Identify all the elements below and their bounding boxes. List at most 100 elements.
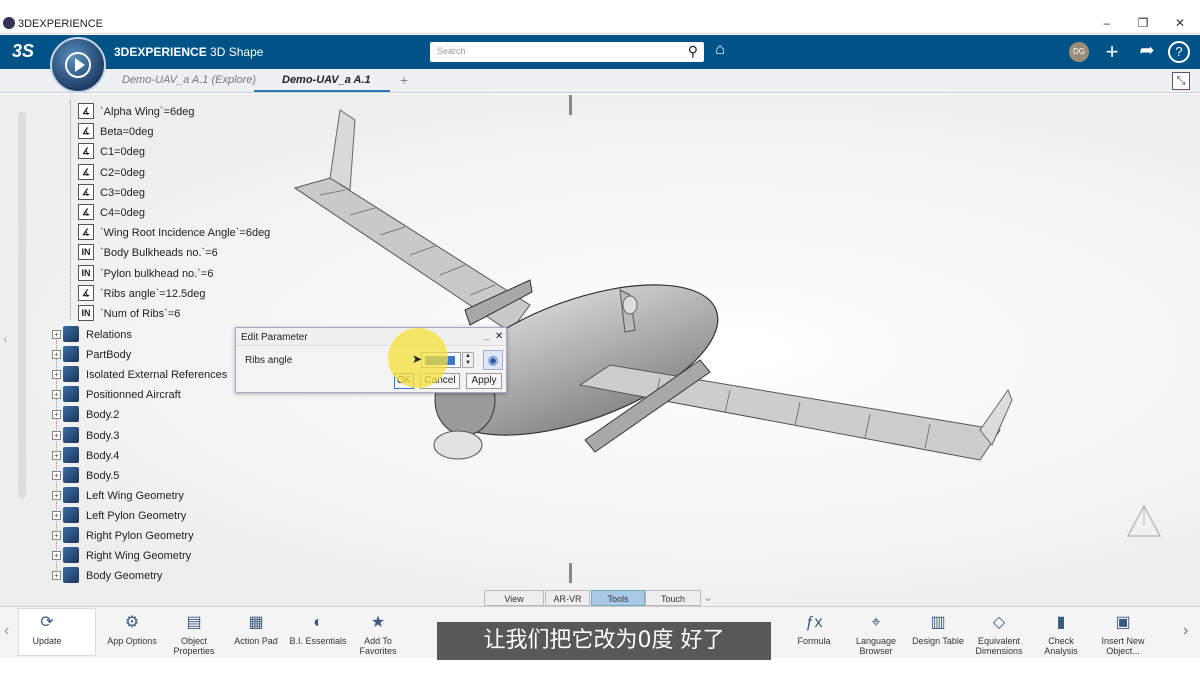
tree-node-label: Body.5 (86, 469, 120, 482)
node-icon (63, 446, 79, 463)
help-icon[interactable]: ? (1168, 41, 1190, 63)
toolbar-button-label: Equivalent Dimensions (975, 636, 1023, 656)
fit-all-icon[interactable]: ⤡ (1172, 72, 1190, 90)
toolbar-button[interactable]: ★ Add To Favorites (348, 608, 408, 656)
toolbar-button-label: Design Table (912, 636, 964, 646)
minimize-icon[interactable]: – (1097, 16, 1117, 30)
dialog-title: Edit Parameter (241, 332, 308, 343)
expand-icon[interactable]: + (52, 410, 61, 420)
compass-widget[interactable] (50, 37, 106, 93)
expand-icon[interactable]: + (52, 470, 61, 480)
add-icon[interactable]: + (1100, 39, 1124, 65)
restore-icon[interactable]: ❐ (1133, 16, 1153, 30)
view-tab[interactable]: AR-VR (545, 590, 590, 606)
app-options-icon: ⚙ (124, 614, 140, 631)
play-icon[interactable] (65, 52, 91, 78)
angle-parameter-icon: ∡ (78, 224, 94, 241)
expand-icon[interactable]: + (52, 330, 61, 339)
toolbar-button[interactable]: ⌖ Language Browser (846, 608, 906, 656)
tag-icon[interactable]: ⌂ (708, 41, 732, 59)
toolbar-button-label: Formula (797, 636, 831, 646)
expand-icon[interactable]: + (52, 390, 61, 400)
tree-node-label: Right Wing Geometry (86, 550, 192, 563)
search-input[interactable]: Search ⚲ (430, 42, 704, 62)
parameter-label: `Pylon bulkhead no.`=6 (100, 267, 214, 280)
tree-node-label: Left Pylon Geometry (86, 509, 187, 522)
new-tab-icon[interactable]: + (400, 72, 408, 88)
formula-icon: ƒx (805, 614, 823, 631)
share-icon[interactable]: ➦ (1135, 40, 1159, 61)
tree-node-label: Positionned Aircraft (86, 389, 181, 402)
app-header: 3S 3DEXPERIENCE 3D Shape Search ⚲ ⌂ DG +… (0, 35, 1200, 69)
ds-logo-icon[interactable]: 3S (12, 41, 34, 62)
apply-button[interactable]: Apply (466, 373, 502, 389)
design-table-icon: ▥ (930, 614, 946, 631)
expand-icon[interactable]: + (52, 531, 61, 540)
edit-parameter-dialog: Edit Parameter _ ✕ Ribs angle ▲▼ ◉ OK Ca… (235, 327, 507, 393)
node-icon (63, 527, 79, 543)
axis-triad-icon[interactable] (1122, 500, 1166, 544)
tree-node-label: Relations (86, 329, 132, 341)
tab-explore[interactable]: Demo-UAV_a A.1 (Explore) (122, 74, 256, 86)
toolbar-button-label: Check Analysis (1044, 636, 1078, 656)
toolbar-button[interactable]: ƒx Formula (784, 608, 844, 656)
integer-parameter-icon: IN (78, 264, 94, 281)
expand-icon[interactable]: + (52, 370, 61, 380)
active-tab-indicator (254, 90, 390, 92)
expand-icon[interactable]: + (52, 510, 61, 520)
app-logo-icon (3, 17, 15, 29)
check-analysis-icon: ▮ (1056, 614, 1066, 631)
insert-new-object-icon: ▣ (1115, 614, 1131, 631)
tree-node-label: Right Pylon Geometry (86, 530, 194, 542)
expand-icon[interactable]: + (52, 350, 61, 360)
tree-node-label: Body.4 (86, 449, 120, 462)
expand-icon[interactable]: + (52, 450, 61, 460)
dialog-close-icon[interactable]: ✕ (495, 331, 503, 342)
toolbar-button[interactable]: ▤ Object Properties (164, 608, 224, 656)
search-icon[interactable]: ⚲ (688, 43, 698, 60)
dialog-minimize-icon[interactable]: _ (484, 330, 490, 341)
view-tab[interactable]: Touch (645, 590, 701, 606)
viewport-divider (569, 95, 572, 115)
toolbar-button[interactable]: ▦ Action Pad (226, 608, 286, 656)
app-name: 3D Shape (210, 45, 264, 59)
node-icon (63, 386, 79, 403)
toolbar-button-label: Add To Favorites (359, 636, 397, 656)
toolbar-button[interactable]: ▥ Design Table (908, 608, 968, 656)
expand-icon[interactable]: + (52, 571, 61, 581)
parameter-label: C4=0deg (100, 207, 145, 219)
update-icon: ⟳ (40, 614, 54, 631)
toolbar-button[interactable]: ⟳ Update (17, 608, 77, 656)
expand-icon[interactable]: + (52, 430, 61, 440)
view-tab[interactable]: View (484, 590, 544, 606)
expand-icon[interactable]: + (52, 490, 61, 500)
toolbar-button[interactable]: ▮ Check Analysis (1031, 608, 1091, 656)
avatar[interactable]: DG (1069, 42, 1089, 62)
formula-link-icon[interactable]: ◉ (483, 350, 503, 370)
node-icon (63, 547, 79, 564)
toolbar-button-label: Action Pad (234, 636, 278, 646)
action-bar-left-arrow[interactable]: ‹ (4, 622, 9, 640)
angle-parameter-icon: ∡ (78, 103, 94, 119)
expand-toolbar-icon[interactable]: ⌄ (703, 590, 713, 604)
toolbar-button[interactable]: ◇ Equivalent Dimensions (969, 608, 1029, 656)
tab-active-document[interactable]: Demo-UAV_a A.1 (282, 74, 371, 86)
window-titlebar: 3DEXPERIENCE – ❐ ✕ (0, 14, 1200, 34)
close-window-icon[interactable]: ✕ (1170, 16, 1190, 30)
uav-aircraft-model[interactable] (280, 100, 1020, 480)
brand-name: 3DEXPERIENCE (114, 45, 207, 59)
toolbar-button[interactable]: ◐ B.I. Essentials (288, 608, 348, 656)
angle-parameter-icon: ∡ (78, 284, 94, 301)
toolbar-button-label: Insert New Object... (1101, 636, 1145, 656)
mouse-pointer-icon: ➤ (412, 352, 423, 366)
node-icon (63, 567, 79, 584)
tree-node-label: Isolated External References (86, 369, 228, 382)
action-bar-right-arrow[interactable]: › (1183, 622, 1188, 640)
value-spinner[interactable]: ▲ ▼ (462, 352, 474, 368)
toolbar-button[interactable]: ▣ Insert New Object... (1093, 608, 1153, 656)
expand-icon[interactable]: + (52, 551, 61, 561)
view-tab[interactable]: Tools (591, 590, 645, 606)
toolbar-button[interactable]: ⚙ App Options (102, 608, 162, 656)
parameter-label: `Wing Root Incidence Angle`=6deg (100, 227, 271, 240)
integer-parameter-icon: IN (78, 305, 94, 321)
